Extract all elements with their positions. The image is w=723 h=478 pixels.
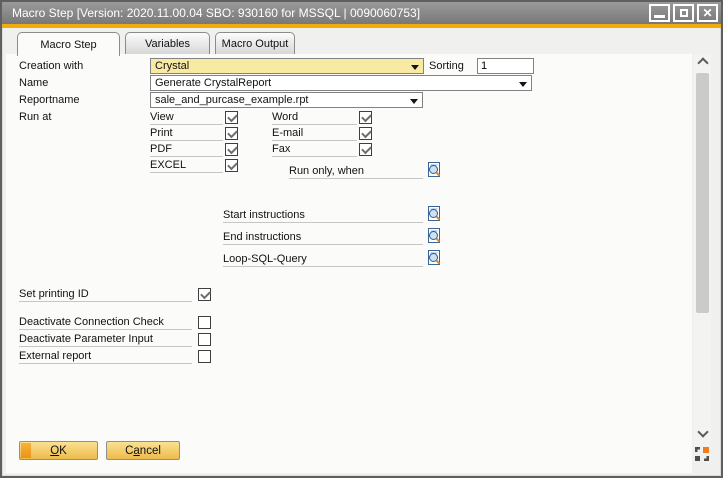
chevron-down-icon — [411, 65, 419, 70]
run-at-label: Run at — [19, 110, 51, 125]
end-instructions-label: End instructions — [223, 230, 423, 245]
reportname-value: sale_and_purcase_example.rpt — [155, 94, 309, 106]
tab-macro-step[interactable]: Macro Step — [17, 32, 120, 56]
run-at-email-checkbox[interactable] — [359, 127, 372, 140]
run-at-view-label: View — [150, 110, 223, 125]
run-at-view-checkbox[interactable] — [225, 111, 238, 124]
document-magnifier-icon — [426, 250, 442, 266]
creation-with-label: Creation with — [19, 59, 83, 74]
window-title: Macro Step [Version: 2020.11.00.04 SBO: … — [12, 6, 420, 20]
run-at-print-checkbox[interactable] — [225, 127, 238, 140]
start-instructions-label: Start instructions — [223, 208, 423, 223]
run-only-when-lookup-button[interactable] — [426, 162, 442, 178]
maximize-button[interactable] — [673, 4, 694, 22]
run-at-word-checkbox[interactable] — [359, 111, 372, 124]
document-magnifier-icon — [426, 206, 442, 222]
tab-label: Variables — [145, 38, 190, 50]
tab-macro-output[interactable]: Macro Output — [215, 32, 295, 54]
deactivate-parameter-input-label: Deactivate Parameter Input — [19, 332, 192, 347]
cancel-button-label: Cancel — [125, 445, 161, 457]
minimize-icon — [654, 15, 665, 18]
maximize-icon — [680, 9, 688, 17]
tab-variables[interactable]: Variables — [125, 32, 210, 54]
vertical-scrollbar[interactable] — [694, 54, 711, 446]
run-at-word-label: Word — [272, 110, 357, 125]
scroll-up-button[interactable] — [694, 54, 711, 69]
deactivate-connection-check-label: Deactivate Connection Check — [19, 315, 192, 330]
external-report-checkbox[interactable] — [198, 350, 211, 363]
chevron-up-icon — [697, 57, 708, 68]
macro-step-window: Macro Step [Version: 2020.11.00.04 SBO: … — [0, 0, 723, 478]
run-at-pdf-checkbox[interactable] — [225, 143, 238, 156]
close-button[interactable]: ✕ — [697, 4, 718, 22]
run-at-excel-checkbox[interactable] — [225, 159, 238, 172]
set-printing-id-label: Set printing ID — [19, 287, 192, 302]
document-magnifier-icon — [426, 162, 442, 178]
reportname-label: Reportname — [19, 93, 80, 108]
loop-sql-query-lookup-button[interactable] — [426, 250, 442, 266]
sorting-input[interactable] — [477, 58, 534, 74]
name-combo[interactable]: Generate CrystalReport — [150, 75, 532, 91]
name-value: Generate CrystalReport — [155, 77, 271, 89]
scrollbar-thumb[interactable] — [696, 73, 709, 313]
external-report-label: External report — [19, 349, 192, 364]
minimize-button[interactable] — [649, 4, 670, 22]
window-controls: ✕ — [649, 4, 718, 22]
chevron-down-icon — [697, 426, 708, 437]
creation-with-value: Crystal — [155, 60, 189, 72]
name-label: Name — [19, 76, 48, 91]
start-instructions-lookup-button[interactable] — [426, 206, 442, 222]
focus-stripe — [21, 443, 31, 458]
run-at-fax-checkbox[interactable] — [359, 143, 372, 156]
ok-button-label: OK — [50, 445, 67, 457]
creation-with-combo[interactable]: Crystal — [150, 58, 424, 74]
scroll-down-button[interactable] — [694, 426, 711, 441]
run-at-excel-label: EXCEL — [150, 158, 223, 173]
deactivate-parameter-input-checkbox[interactable] — [198, 333, 211, 346]
run-at-print-label: Print — [150, 126, 223, 141]
chevron-down-icon — [410, 99, 418, 104]
end-instructions-lookup-button[interactable] — [426, 228, 442, 244]
chevron-down-icon — [519, 82, 527, 87]
tab-bar: Macro Step Variables Macro Output — [2, 28, 721, 55]
sorting-label: Sorting — [429, 59, 464, 74]
document-magnifier-icon — [426, 228, 442, 244]
run-at-fax-label: Fax — [272, 142, 357, 157]
run-at-pdf-label: PDF — [150, 142, 223, 157]
tab-label: Macro Step — [40, 39, 96, 51]
tab-label: Macro Output — [222, 38, 289, 50]
resize-corner-button[interactable] — [694, 446, 710, 462]
loop-sql-query-label: Loop-SQL-Query — [223, 252, 423, 267]
resize-corner-icon — [694, 446, 710, 462]
close-icon: ✕ — [702, 7, 712, 19]
ok-button[interactable]: OK — [19, 441, 98, 460]
set-printing-id-checkbox[interactable] — [198, 288, 211, 301]
title-bar: Macro Step [Version: 2020.11.00.04 SBO: … — [2, 2, 721, 24]
reportname-combo[interactable]: sale_and_purcase_example.rpt — [150, 92, 423, 108]
run-only-when-label: Run only, when — [289, 164, 423, 179]
run-at-email-label: E-mail — [272, 126, 357, 141]
deactivate-connection-check-checkbox[interactable] — [198, 316, 211, 329]
cancel-button[interactable]: Cancel — [106, 441, 180, 460]
